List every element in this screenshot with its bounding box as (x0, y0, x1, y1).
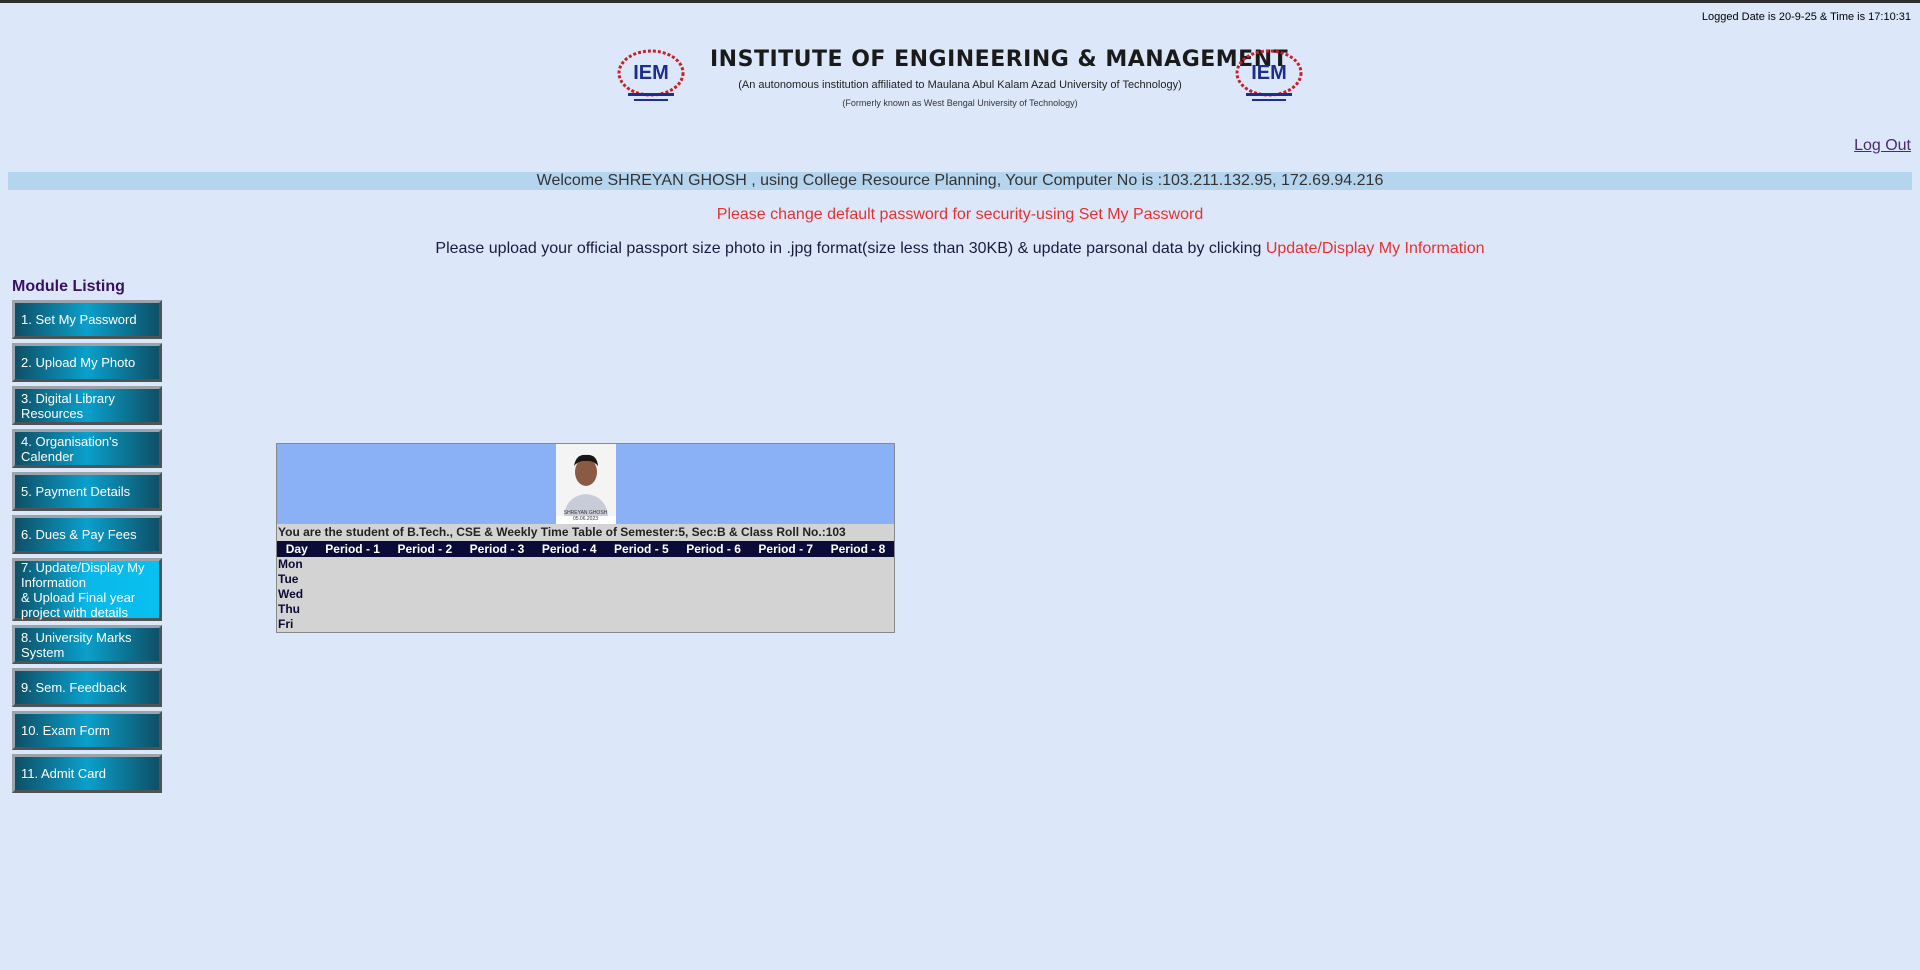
module-menu: 1. Set My Password 2. Upload My Photo 3.… (12, 300, 162, 797)
menu-update-info[interactable]: 7. Update/Display My Information & Uploa… (12, 558, 162, 621)
menu-upload-photo[interactable]: 2. Upload My Photo (12, 343, 162, 382)
logo-text: IEM (633, 62, 669, 84)
menu-admit-card[interactable]: 11. Admit Card (12, 754, 162, 793)
institute-former-name: (Formerly known as West Bengal Universit… (842, 98, 1078, 108)
header-period-2: Period - 2 (397, 542, 453, 556)
header-period-1: Period - 1 (325, 542, 380, 556)
header-period-8: Period - 8 (830, 542, 886, 556)
iem-logo-left: IEM (612, 49, 690, 107)
iem-logo-right: IEM (1230, 49, 1308, 107)
timetable-header: Day Period - 1 Period - 2 Period - 3 Per… (277, 541, 894, 557)
table-row: Wed (278, 587, 304, 601)
welcome-bar: Welcome SHREYAN GHOSH , using College Re… (8, 172, 1912, 190)
header-day: Day (285, 542, 308, 556)
menu-dues-fees[interactable]: 6. Dues & Pay Fees (12, 515, 162, 554)
upload-message-text: Please upload your official passport siz… (435, 240, 1266, 257)
timetable-caption: You are the student of B.Tech., CSE & We… (278, 525, 846, 539)
menu-digital-library[interactable]: 3. Digital Library Resources (12, 386, 162, 425)
logo-text: IEM (1251, 62, 1287, 84)
logout-link[interactable]: Log Out (1854, 137, 1911, 155)
header-period-4: Period - 4 (541, 542, 597, 556)
header-period-7: Period - 7 (758, 542, 814, 556)
table-row: Thu (278, 602, 300, 616)
table-row: Mon (278, 557, 303, 571)
top-border (0, 0, 1920, 3)
menu-exam-form[interactable]: 10. Exam Form (12, 711, 162, 750)
table-row: Fri (278, 617, 294, 631)
menu-calendar[interactable]: 4. Organisation's Calender (12, 429, 162, 468)
module-listing-title: Module Listing (12, 278, 125, 295)
header-period-3: Period - 3 (469, 542, 525, 556)
header-period-5: Period - 5 (614, 542, 669, 556)
menu-update-info-line2: & Upload Final year project with details (21, 589, 136, 620)
institute-banner: IEM INSTITUTE OF ENGINEERING & MANAGEMEN… (0, 47, 1920, 108)
logged-datetime: Logged Date is 20-9-25 & Time is 17:10:3… (1701, 11, 1911, 23)
menu-set-password[interactable]: 1. Set My Password (12, 300, 162, 339)
menu-update-info-line1: 7. Update/Display My Information (21, 559, 145, 590)
upload-photo-message: Please upload your official passport siz… (0, 240, 1920, 258)
photo-caption-date: 05.06.2023 (572, 516, 599, 522)
menu-payment-details[interactable]: 5. Payment Details (12, 472, 162, 511)
table-row: Tue (278, 572, 299, 586)
menu-university-marks[interactable]: 8. University Marks System (12, 625, 162, 664)
institute-title: INSTITUTE OF ENGINEERING & MANAGEMENT (710, 47, 1289, 72)
timetable: SHREYAN GHOSH 05.06.2023 You are the stu… (276, 443, 895, 633)
update-info-link[interactable]: Update/Display My Information (1266, 240, 1485, 257)
password-warning: Please change default password for secur… (716, 206, 1204, 223)
institute-subtitle: (An autonomous institution affiliated to… (738, 79, 1182, 91)
menu-sem-feedback[interactable]: 9. Sem. Feedback (12, 668, 162, 707)
header-period-6: Period - 6 (686, 542, 741, 556)
photo-row: SHREYAN GHOSH 05.06.2023 (277, 444, 894, 524)
student-photo: SHREYAN GHOSH 05.06.2023 (555, 444, 616, 524)
